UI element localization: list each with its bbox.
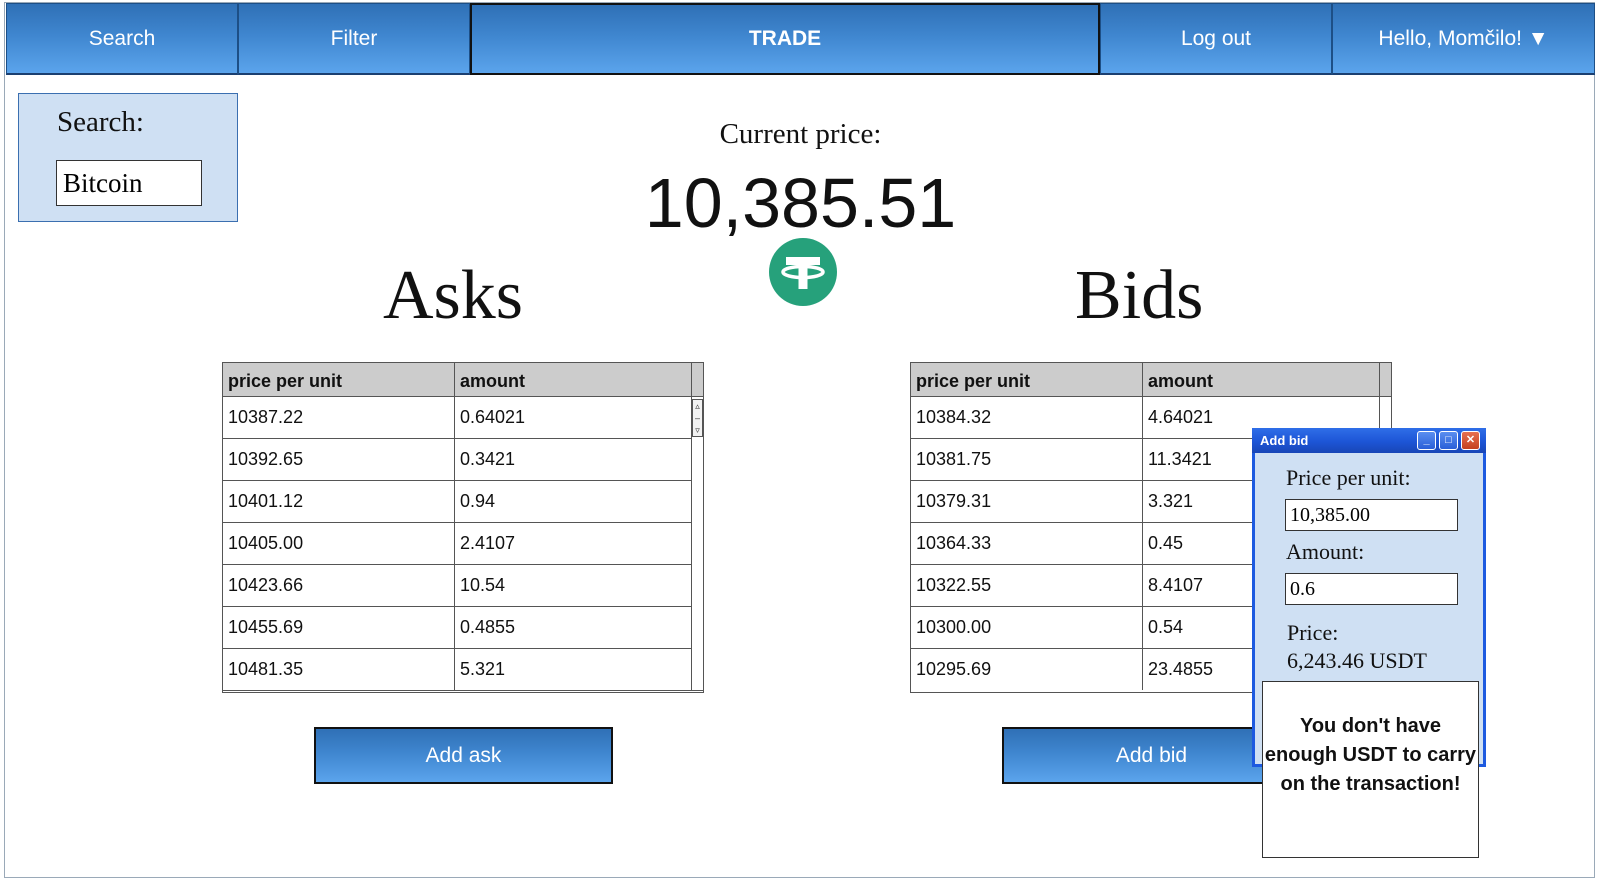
- cell-price: 10295.69: [911, 649, 1143, 690]
- minimize-icon[interactable]: _: [1417, 431, 1436, 450]
- dialog-title-bar[interactable]: Add bid _ □ ✕: [1252, 428, 1486, 453]
- column-header-price[interactable]: price per unit: [223, 363, 455, 396]
- price-per-unit-input[interactable]: [1285, 499, 1458, 531]
- cell-price: 10401.12: [223, 481, 455, 522]
- cell-amount: 2.4107: [455, 523, 692, 564]
- total-price-value: 6,243.46 USDT: [1287, 648, 1427, 673]
- table-row[interactable]: 10401.12 0.94: [223, 481, 703, 523]
- table-row[interactable]: 10387.22 0.64021: [223, 397, 703, 439]
- column-header-amount[interactable]: amount: [455, 363, 692, 396]
- table-row[interactable]: 10405.00 2.4107: [223, 523, 703, 565]
- tether-icon: [769, 238, 837, 306]
- cell-price: 10387.22: [223, 397, 455, 438]
- cell-amount: 0.94: [455, 481, 692, 522]
- nav-user-menu[interactable]: Hello, Momčilo! ▼: [1332, 3, 1595, 75]
- cell-price: 10381.75: [911, 439, 1143, 480]
- cell-price: 10300.00: [911, 607, 1143, 648]
- cell-amount: 0.3421: [455, 439, 692, 480]
- cell-price: 10379.31: [911, 481, 1143, 522]
- cell-price: 10392.65: [223, 439, 455, 480]
- column-header-price[interactable]: price per unit: [911, 363, 1143, 396]
- close-icon[interactable]: ✕: [1461, 431, 1480, 450]
- total-price-label: Price:: [1287, 620, 1339, 645]
- nav-trade[interactable]: TRADE: [470, 3, 1100, 75]
- table-header: price per unit amount: [911, 363, 1391, 397]
- nav-search[interactable]: Search: [6, 3, 238, 75]
- asks-table: price per unit amount 10387.22 0.64021 10…: [222, 362, 704, 693]
- table-row[interactable]: 10481.35 5.321: [223, 649, 703, 691]
- bids-heading: Bids: [1075, 257, 1204, 334]
- insufficient-funds-warning: You don't have enough USDT to carry on t…: [1262, 681, 1479, 858]
- current-price-value: 10,385.51: [644, 164, 957, 242]
- table-row[interactable]: 10423.66 10.54: [223, 565, 703, 607]
- amount-input[interactable]: [1285, 573, 1458, 605]
- cell-price: 10405.00: [223, 523, 455, 564]
- cell-amount: 5.321: [455, 649, 692, 690]
- cell-amount: 0.64021: [455, 397, 692, 438]
- cell-amount: 0.4855: [455, 607, 692, 648]
- cell-price: 10455.69: [223, 607, 455, 648]
- top-nav: Search Filter TRADE Log out Hello, Momči…: [6, 3, 1595, 75]
- nav-logout[interactable]: Log out: [1100, 3, 1332, 75]
- asks-heading: Asks: [383, 257, 524, 334]
- table-row[interactable]: 10455.69 0.4855: [223, 607, 703, 649]
- dialog-title: Add bid: [1260, 433, 1309, 448]
- nav-filter[interactable]: Filter: [238, 3, 470, 75]
- cell-price: 10423.66: [223, 565, 455, 606]
- maximize-icon[interactable]: □: [1439, 431, 1458, 450]
- table-row[interactable]: 10392.65 0.3421: [223, 439, 703, 481]
- column-header-amount[interactable]: amount: [1143, 363, 1380, 396]
- price-per-unit-label: Price per unit:: [1286, 465, 1411, 490]
- asks-scrollbar[interactable]: ▵ – ▿: [691, 397, 703, 687]
- cell-price: 10384.32: [911, 397, 1143, 438]
- scrollbar-thumb[interactable]: ▵ – ▿: [692, 399, 703, 437]
- add-ask-button[interactable]: Add ask: [314, 727, 613, 784]
- cell-price: 10481.35: [223, 649, 455, 690]
- cell-price: 10364.33: [911, 523, 1143, 564]
- table-header: price per unit amount: [223, 363, 703, 397]
- amount-label: Amount:: [1286, 539, 1365, 564]
- current-price-label: Current price:: [719, 118, 882, 150]
- cell-price: 10322.55: [911, 565, 1143, 606]
- cell-amount: 10.54: [455, 565, 692, 606]
